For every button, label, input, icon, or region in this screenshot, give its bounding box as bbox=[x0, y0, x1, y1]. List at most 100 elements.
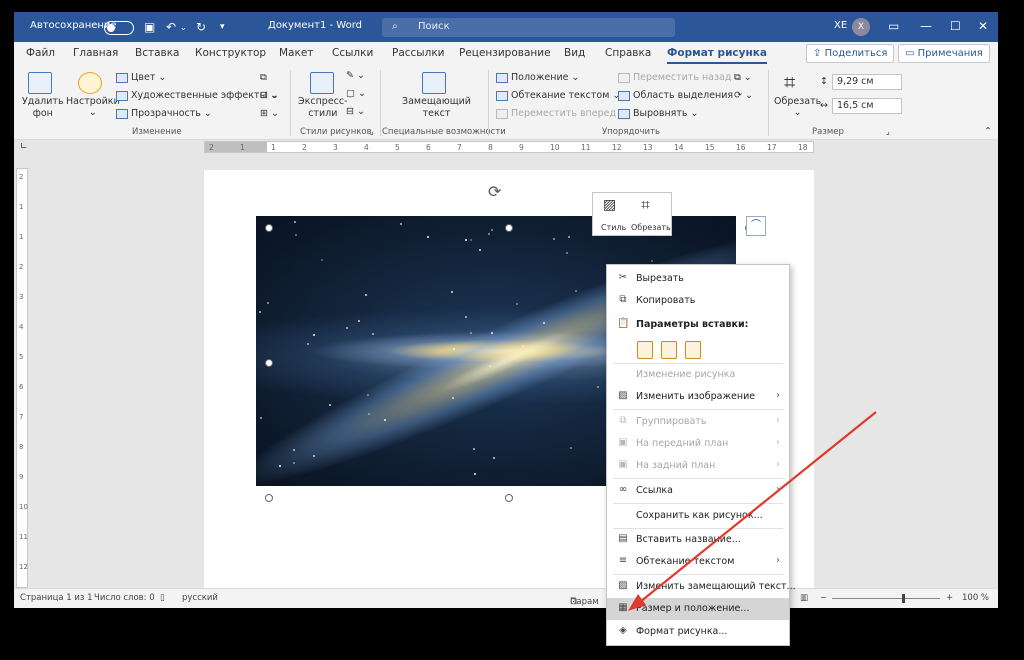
menu-item-group[interactable]: ⧉ Группировать › bbox=[607, 411, 789, 433]
tab-review[interactable]: Рецензирование bbox=[459, 47, 551, 59]
share-button[interactable]: ⇪ Поделиться bbox=[806, 44, 895, 63]
star bbox=[358, 320, 360, 322]
zoom-slider[interactable] bbox=[832, 598, 940, 599]
language[interactable]: русский bbox=[182, 593, 218, 603]
rotate-objects-icon[interactable]: ⟳ ⌄ bbox=[734, 90, 753, 101]
menu-item-format-picture[interactable]: ◈ Формат рисунка... bbox=[607, 621, 789, 643]
styles-dialog-launcher-icon[interactable]: ⌟ bbox=[370, 127, 374, 136]
layout-options-button[interactable]: ⌒ bbox=[746, 216, 766, 236]
ribbon-display-icon[interactable]: ▭ bbox=[888, 19, 899, 33]
page-count[interactable]: Страница 1 из 1 bbox=[20, 593, 93, 603]
copy-icon: ⧉ bbox=[619, 294, 627, 305]
undo-dropdown-icon[interactable]: ⌄ bbox=[180, 23, 187, 32]
quick-styles-button[interactable]: Экспресс- стили bbox=[298, 96, 348, 120]
resize-handle[interactable] bbox=[265, 224, 273, 232]
height-field[interactable]: 9,29 см bbox=[832, 74, 902, 90]
mini-style-button[interactable]: Стиль bbox=[601, 223, 626, 232]
star bbox=[465, 239, 467, 241]
word-count[interactable]: Число слов: 0 bbox=[94, 593, 155, 603]
resize-handle[interactable] bbox=[265, 494, 273, 502]
align-button[interactable]: Выровнять ⌄ bbox=[618, 108, 699, 119]
mini-crop-button[interactable]: Обрезать bbox=[631, 223, 671, 232]
menu-item-send-to-back[interactable]: ▣ На задний план › bbox=[607, 455, 789, 477]
resize-handle[interactable] bbox=[505, 224, 513, 232]
redo-icon[interactable]: ↻ bbox=[196, 20, 206, 34]
tab-insert[interactable]: Вставка bbox=[135, 47, 180, 59]
maximize-icon[interactable]: ☐ bbox=[950, 19, 961, 33]
paste-picture-icon[interactable] bbox=[661, 341, 677, 359]
position-button[interactable]: Положение ⌄ bbox=[496, 72, 579, 83]
ruler-mark: 2 bbox=[209, 143, 214, 152]
menu-separator bbox=[613, 574, 783, 575]
tab-picture-format[interactable]: Формат рисунка bbox=[667, 47, 767, 64]
ruler-mark: 15 bbox=[705, 143, 715, 152]
autosave-toggle[interactable] bbox=[104, 21, 134, 35]
crop-button[interactable]: Обрезать ⌄ bbox=[774, 96, 821, 118]
save-icon[interactable]: ▣ bbox=[144, 20, 155, 34]
resize-handle[interactable] bbox=[265, 359, 273, 367]
menu-item-cut[interactable]: ✂ Вырезать bbox=[607, 268, 789, 290]
ribbon-separator bbox=[488, 70, 489, 136]
corrections-button[interactable]: Настройки ⌄ bbox=[66, 96, 120, 118]
compress-pictures-icon[interactable]: ⧉ bbox=[260, 72, 267, 83]
menu-item-link[interactable]: ∞ Ссылка › bbox=[607, 480, 789, 502]
tab-view[interactable]: Вид bbox=[564, 47, 585, 59]
search-box[interactable]: ⌕ Поиск bbox=[382, 18, 675, 37]
customize-toolbar-icon[interactable]: ▾ bbox=[220, 22, 225, 32]
tab-mailings[interactable]: Рассылки bbox=[392, 47, 444, 59]
tab-references[interactable]: Ссылки bbox=[332, 47, 373, 59]
status-bar: Страница 1 из 1 Число слов: 0 ▯ русский … bbox=[14, 588, 998, 608]
transparency-button[interactable]: Прозрачность ⌄ bbox=[116, 108, 212, 119]
send-backward-button[interactable]: Переместить назад ⌄ bbox=[618, 72, 742, 83]
menu-item-save-as-picture[interactable]: Сохранить как рисунок... bbox=[607, 505, 789, 527]
paste-keep-format-icon[interactable] bbox=[637, 341, 653, 359]
menu-item-change-picture[interactable]: ▨ Изменить изображение › bbox=[607, 386, 789, 408]
close-icon[interactable]: ✕ bbox=[978, 19, 988, 33]
tab-file[interactable]: Файл bbox=[26, 47, 55, 59]
menu-item-copy[interactable]: ⧉ Копировать bbox=[607, 290, 789, 312]
zoom-out-icon[interactable]: − bbox=[820, 593, 827, 603]
undo-icon[interactable]: ↶ bbox=[166, 20, 176, 34]
change-picture-icon[interactable]: ⊡ ⌄ bbox=[260, 90, 279, 101]
size-dialog-launcher-icon[interactable]: ⌟ bbox=[886, 127, 890, 136]
avatar[interactable]: X bbox=[852, 18, 870, 36]
print-layout-icon[interactable]: ▥ bbox=[800, 593, 808, 603]
ruler-mark: 11 bbox=[19, 533, 28, 541]
search-icon: ⌕ bbox=[392, 21, 398, 32]
collapse-ribbon-icon[interactable]: ⌃ bbox=[984, 126, 992, 137]
selection-pane-button[interactable]: Область выделения bbox=[618, 90, 733, 101]
menu-item-wrap-text[interactable]: ≡ Обтекание текстом › bbox=[607, 551, 789, 573]
minimize-icon[interactable]: — bbox=[920, 19, 932, 33]
zoom-in-icon[interactable]: + bbox=[946, 593, 953, 603]
width-field[interactable]: 16,5 см bbox=[832, 98, 902, 114]
menu-item-bring-to-front[interactable]: ▣ На передний план › bbox=[607, 433, 789, 455]
artistic-effects-button[interactable]: Художественные эффекты ⌄ bbox=[116, 90, 278, 101]
style-icon[interactable]: ▨ bbox=[603, 197, 616, 213]
resize-handle[interactable] bbox=[505, 494, 513, 502]
paste-text-only-icon[interactable] bbox=[685, 341, 701, 359]
tab-design[interactable]: Конструктор bbox=[195, 47, 266, 59]
tab-selector-icon[interactable]: ∟ bbox=[20, 142, 28, 152]
alt-text-button[interactable]: Замещающий текст bbox=[402, 96, 471, 120]
picture-layout-icon[interactable]: ⊟ ⌄ bbox=[346, 106, 365, 117]
bring-forward-button[interactable]: Переместить вперед ⌄ bbox=[496, 108, 627, 119]
group-objects-icon[interactable]: ⧉ ⌄ bbox=[734, 72, 752, 83]
zoom-level[interactable]: 100 % bbox=[962, 593, 989, 603]
tab-layout[interactable]: Макет bbox=[279, 47, 313, 59]
proofing-icon[interactable]: ▯ bbox=[160, 593, 165, 603]
menu-item-size-position[interactable]: ▦ Размер и положение... bbox=[607, 598, 789, 620]
picture-effects-icon[interactable]: ▢ ⌄ bbox=[346, 88, 366, 99]
tab-help[interactable]: Справка bbox=[605, 47, 651, 59]
tab-home[interactable]: Главная bbox=[73, 47, 118, 59]
remove-background-button[interactable]: Удалить фон bbox=[22, 96, 64, 120]
rotate-handle-icon[interactable]: ⟳ bbox=[488, 182, 501, 201]
crop-icon[interactable]: ⌗ bbox=[641, 195, 650, 215]
picture-border-icon[interactable]: ✎ ⌄ bbox=[346, 70, 365, 81]
menu-item-edit-alt-text[interactable]: ▨ Изменить замещающий текст... bbox=[607, 576, 795, 598]
reset-picture-icon[interactable]: ⊞ ⌄ bbox=[260, 108, 279, 119]
color-button[interactable]: Цвет ⌄ bbox=[116, 72, 166, 83]
zoom-slider-thumb[interactable] bbox=[902, 594, 905, 603]
menu-item-insert-caption[interactable]: ▤ Вставить название... bbox=[607, 529, 789, 551]
wrap-text-button[interactable]: Обтекание текстом ⌄ bbox=[496, 90, 620, 101]
comments-button[interactable]: ▭ Примечания bbox=[898, 44, 990, 63]
